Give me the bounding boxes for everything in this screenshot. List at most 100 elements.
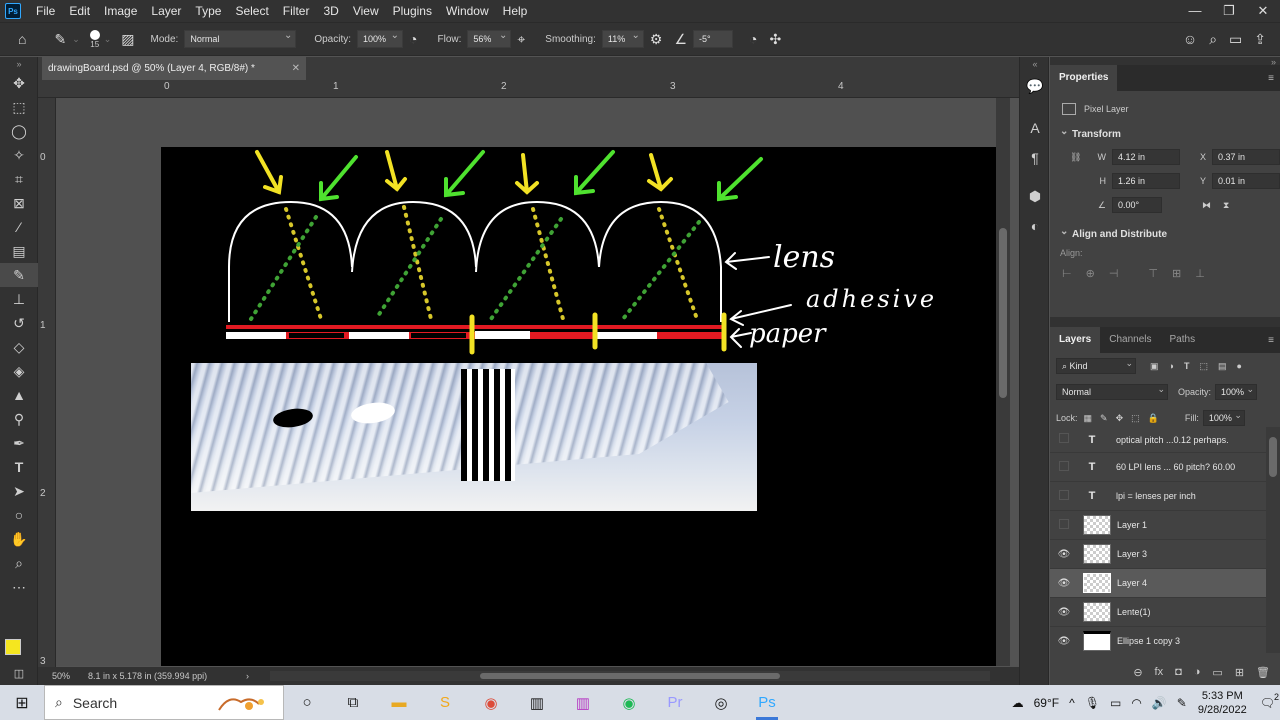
height-field[interactable]: 1.26 in: [1112, 173, 1180, 189]
cortana-icon[interactable]: ○: [284, 685, 330, 720]
adjustment-layer-icon[interactable]: ◑: [1194, 666, 1201, 678]
layer-row[interactable]: 👁 Ellipse 1 copy 3: [1050, 627, 1266, 653]
menu-type[interactable]: Type: [188, 0, 228, 22]
panel-menu-icon[interactable]: ≡: [1268, 73, 1280, 84]
premiere-pro-icon[interactable]: Pr: [652, 685, 698, 720]
symmetry-icon[interactable]: ✣: [763, 31, 787, 48]
brush-tool-icon[interactable]: ✎: [0, 263, 38, 287]
new-group-icon[interactable]: ▭: [1212, 666, 1222, 679]
layer-row[interactable]: T optical pitch ...0.12 perhaps.: [1050, 427, 1266, 453]
paint-bucket-tool-icon[interactable]: ◈: [0, 359, 38, 383]
width-field[interactable]: 4.12 in: [1112, 149, 1180, 165]
lock-pixels-icon[interactable]: ✎: [1100, 413, 1108, 424]
eye-icon[interactable]: 👁: [1050, 607, 1078, 618]
layer-row[interactable]: T 60 LPI lens ... 60 pitch? 60.00: [1050, 453, 1266, 482]
magic-wand-tool-icon[interactable]: ✧: [0, 143, 38, 167]
clone-stamp-tool-icon[interactable]: ⊥: [0, 287, 38, 311]
marquee-tool-icon[interactable]: ⬚: [0, 95, 38, 119]
pressure-size-icon[interactable]: ◔: [743, 31, 763, 47]
align-right-icon[interactable]: ⊣: [1109, 267, 1119, 280]
eyedropper-tool-icon[interactable]: ⁄: [0, 215, 38, 239]
minimize-button[interactable]: —: [1178, 3, 1212, 19]
filter-shape-icon[interactable]: ⬚: [1199, 361, 1208, 372]
brush-tool-icon[interactable]: ✎: [48, 31, 72, 48]
gear-icon[interactable]: ⚙: [644, 31, 669, 48]
history-brush-tool-icon[interactable]: ↺: [0, 311, 38, 335]
layer-opacity-field[interactable]: 100%: [1215, 382, 1258, 400]
taskbar-search[interactable]: ⌕ Search: [44, 685, 284, 720]
volume-icon[interactable]: 🔊: [1152, 696, 1167, 710]
brush-settings-icon[interactable]: ▨: [115, 31, 140, 48]
document-tab[interactable]: drawingBoard.psd @ 50% (Layer 4, RGB/8#)…: [42, 57, 306, 80]
comments-icon[interactable]: 💬: [1020, 71, 1050, 101]
panel-menu-icon[interactable]: ≡: [1268, 335, 1280, 346]
search-icon[interactable]: ⌕: [1203, 31, 1223, 48]
path-selection-tool-icon[interactable]: ➤: [0, 479, 38, 503]
mode-dropdown[interactable]: Normal: [184, 28, 297, 48]
weather-icon[interactable]: ☁: [1012, 696, 1024, 710]
eye-icon[interactable]: 👁: [1050, 578, 1078, 589]
collapse-toolbar-icon[interactable]: »: [0, 57, 38, 71]
visibility-toggle[interactable]: [1050, 490, 1078, 503]
visibility-toggle[interactable]: [1050, 433, 1078, 446]
document-canvas[interactable]: lens adhesive paper: [161, 147, 996, 666]
align-middle-icon[interactable]: ⊞: [1172, 267, 1181, 280]
healing-brush-tool-icon[interactable]: ▤: [0, 239, 38, 263]
scrollbar-thumb[interactable]: [999, 228, 1007, 398]
adjustments-icon[interactable]: ◐: [1020, 211, 1050, 241]
sublime-text-icon[interactable]: S: [422, 685, 468, 720]
menu-filter[interactable]: Filter: [276, 0, 317, 22]
wifi-icon[interactable]: ◠: [1131, 696, 1141, 710]
x-field[interactable]: 0.37 in: [1212, 149, 1280, 165]
menu-help[interactable]: Help: [496, 0, 535, 22]
link-icon[interactable]: ⛓: [1070, 152, 1090, 163]
character-icon[interactable]: A: [1020, 113, 1050, 143]
align-top-icon[interactable]: ⊤: [1148, 267, 1158, 280]
filter-pixel-icon[interactable]: ▣: [1150, 361, 1159, 372]
tab-properties[interactable]: Properties: [1050, 65, 1118, 91]
barcode-app-icon[interactable]: ▥: [514, 685, 560, 720]
align-bottom-icon[interactable]: ⊥: [1195, 267, 1205, 280]
chevron-down-icon[interactable]: ⌄: [104, 34, 112, 45]
obs-icon[interactable]: ◎: [698, 685, 744, 720]
3d-icon[interactable]: ⬢: [1020, 181, 1050, 211]
menu-view[interactable]: View: [346, 0, 386, 22]
layer-row[interactable]: 👁 Layer 3: [1050, 540, 1266, 569]
filter-type-icon[interactable]: T: [1184, 361, 1190, 371]
layer-row[interactable]: T lpi = lenses per inch: [1050, 482, 1266, 511]
tab-layers[interactable]: Layers: [1050, 327, 1101, 353]
eye-icon[interactable]: 👁: [1050, 549, 1078, 560]
menu-select[interactable]: Select: [228, 0, 275, 22]
battery-icon[interactable]: ▭: [1110, 696, 1121, 710]
lock-artboard-icon[interactable]: ⬚: [1131, 413, 1140, 424]
chevron-up-icon[interactable]: ^: [1069, 696, 1075, 710]
close-window-button[interactable]: ✕: [1246, 3, 1280, 19]
angle-field[interactable]: 0.00°: [1112, 197, 1162, 213]
transform-section-title[interactable]: Transform: [1050, 122, 1280, 145]
chrome-icon[interactable]: ◉: [468, 685, 514, 720]
microphone-icon[interactable]: 🎙: [1085, 696, 1100, 710]
share-icon[interactable]: ⇪: [1248, 31, 1272, 48]
crop-tool-icon[interactable]: ⌗: [0, 167, 38, 191]
lock-position-icon[interactable]: ✥: [1116, 413, 1124, 424]
scrollbar-thumb[interactable]: [1269, 437, 1277, 477]
hand-tool-icon[interactable]: ✋: [0, 527, 38, 551]
pressure-opacity-icon[interactable]: ◔: [403, 31, 423, 47]
home-icon[interactable]: ⌂: [12, 31, 32, 47]
menu-window[interactable]: Window: [439, 0, 496, 22]
fx-icon[interactable]: fx: [1155, 666, 1164, 678]
spotify-icon[interactable]: ◉: [606, 685, 652, 720]
flip-horizontal-icon[interactable]: ⧓: [1202, 200, 1211, 211]
quick-mask-icon[interactable]: ◫: [0, 661, 38, 685]
brush-angle-field[interactable]: -5°: [693, 30, 733, 48]
paragraph-icon[interactable]: ¶: [1020, 143, 1050, 173]
eraser-tool-icon[interactable]: ◇: [0, 335, 38, 359]
clock[interactable]: 5:33 PM 9/28/2022: [1198, 689, 1247, 717]
pen-tool-icon[interactable]: ✒: [0, 431, 38, 455]
foreground-color-swatch[interactable]: [5, 639, 21, 655]
layer-row[interactable]: Layer 1: [1050, 511, 1266, 540]
menu-layer[interactable]: Layer: [144, 0, 188, 22]
layer-row[interactable]: 👁 Lente(1): [1050, 598, 1266, 627]
zoom-tool-icon[interactable]: ⌕: [0, 551, 38, 575]
ellipse-tool-icon[interactable]: ○: [0, 503, 38, 527]
